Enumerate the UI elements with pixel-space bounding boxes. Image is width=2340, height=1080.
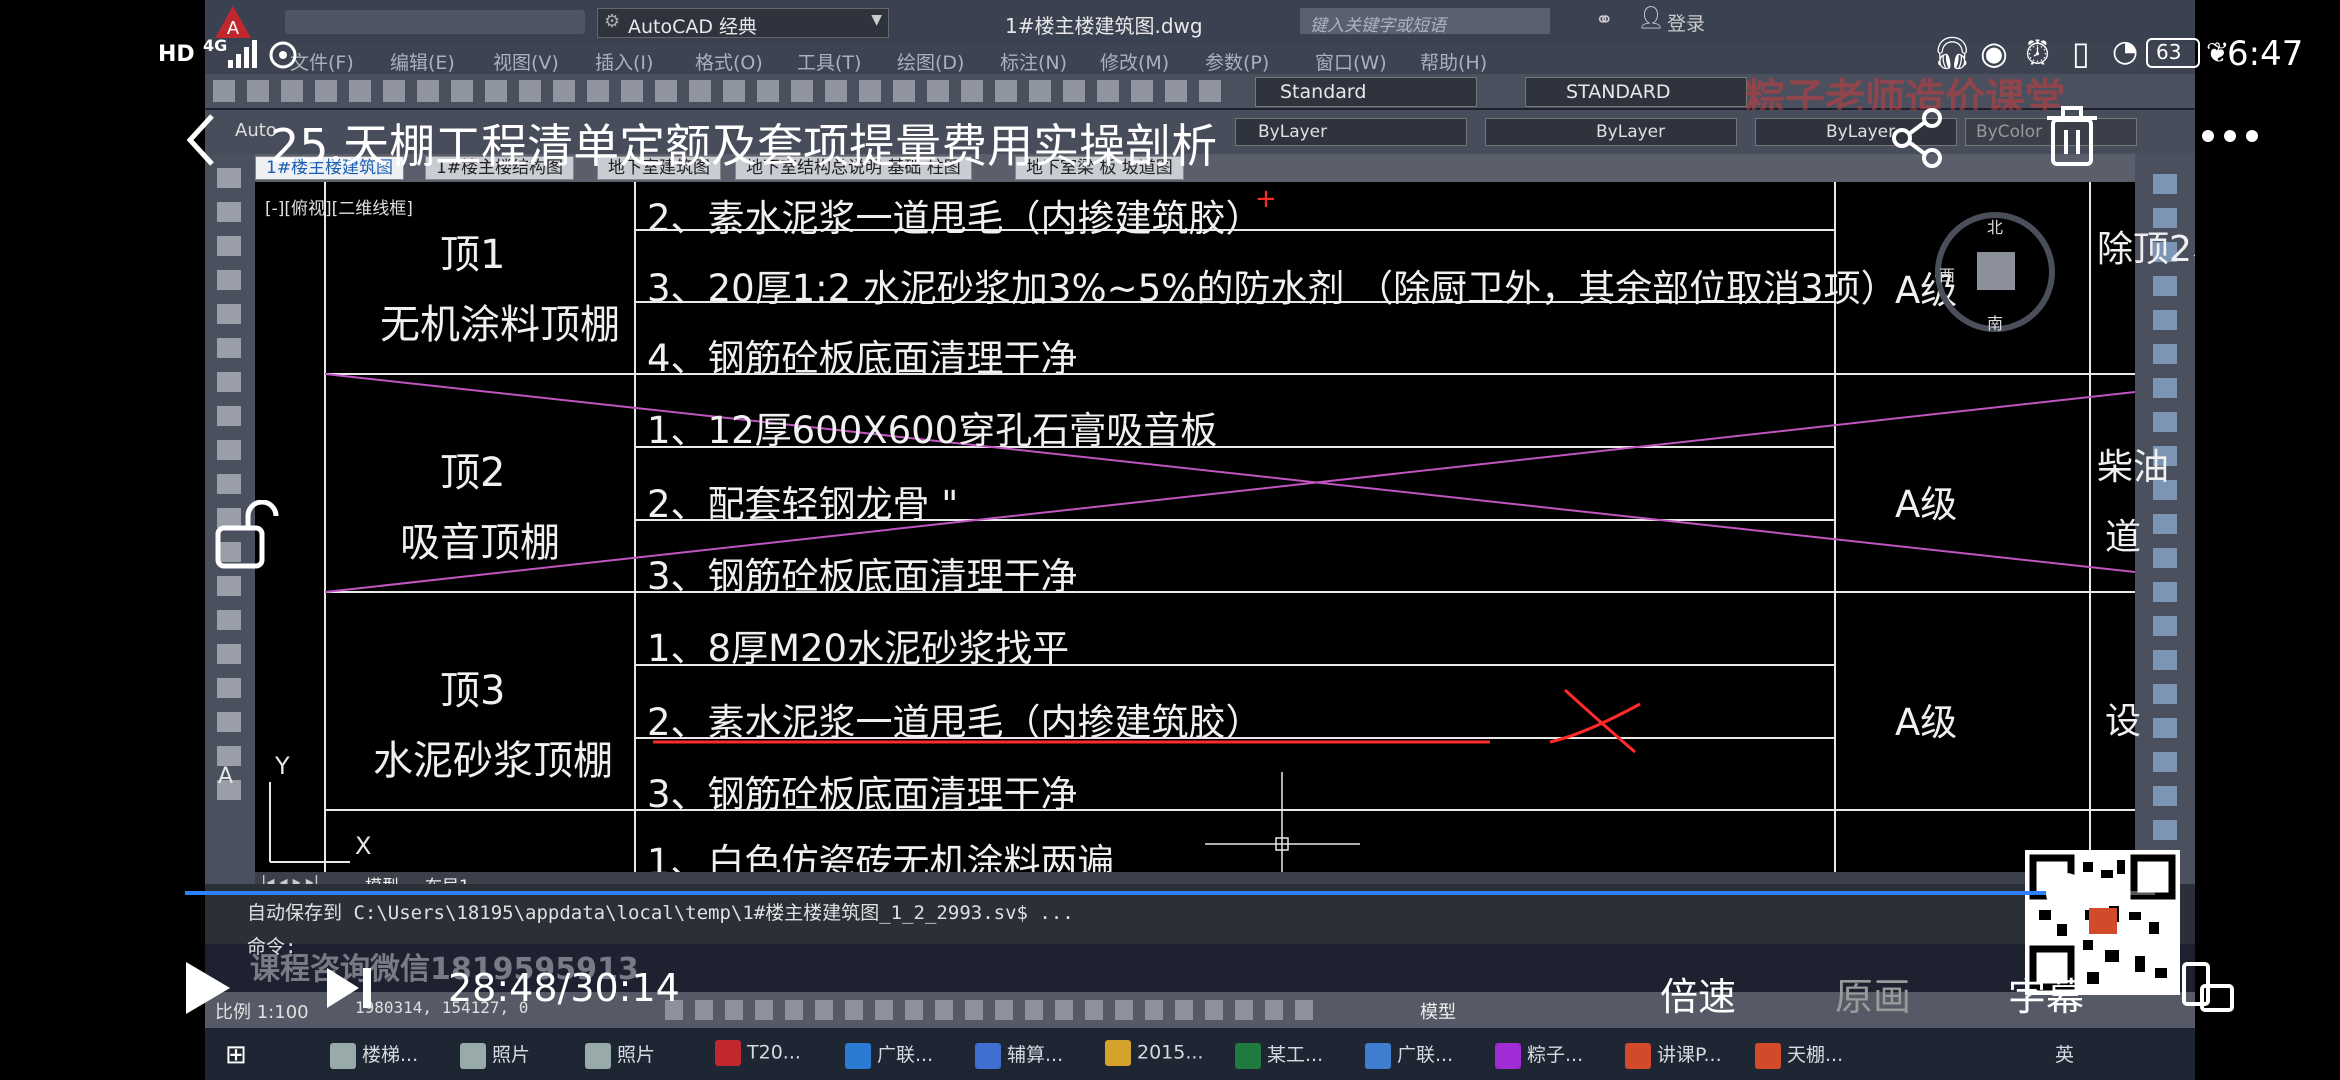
- plus-icon: +: [1255, 184, 1277, 214]
- dim-style-select[interactable]: STANDARD: [1525, 77, 1747, 107]
- windows-taskbar: ⊞ 楼梯... 照片 照片 T20... 广联... 辅算... 2015...…: [205, 1030, 2195, 1080]
- back-icon[interactable]: [182, 112, 222, 168]
- ucs-axes: [269, 782, 350, 863]
- play-icon[interactable]: [182, 960, 232, 1016]
- right-col-note-3: 道: [2105, 517, 2142, 558]
- windows-start-icon[interactable]: ⊞: [225, 1040, 247, 1070]
- status-model-toggle[interactable]: 模型: [1420, 998, 1456, 1024]
- taskbar-item-8[interactable]: 某工...: [1235, 1040, 1323, 1069]
- row-3-step-c: 3、钢筋砼板底面清理干净: [647, 773, 1078, 816]
- row-code-2: 顶2: [440, 450, 506, 496]
- rotate-screen-icon[interactable]: [2180, 960, 2236, 1016]
- ucs-x-label: X: [355, 832, 372, 860]
- share-icon[interactable]: [1890, 108, 1944, 168]
- row-code-3: 顶3: [440, 668, 506, 714]
- subtitle-button[interactable]: 字幕: [2008, 966, 2084, 1021]
- autosave-message: 自动保存到 C:\Users\18195\appdata\local\temp\…: [247, 902, 1074, 924]
- next-icon[interactable]: [325, 966, 375, 1010]
- alarm-icon: ⏰︎: [2025, 34, 2050, 72]
- progress-fill: [185, 891, 2067, 895]
- view-cube[interactable]: 北 南 西: [1935, 212, 2055, 333]
- crosshair-cursor: [1205, 772, 1360, 872]
- color-select[interactable]: ByLayer: [1235, 118, 1467, 146]
- row-1-step-c: 4、钢筋砼板底面清理干净: [647, 337, 1078, 380]
- modify-tool-icons[interactable]: [2153, 174, 2177, 874]
- row-grade-2: A级: [1895, 483, 1958, 526]
- wifi-icon: ◔: [2112, 34, 2139, 69]
- right-col-note-4: 设: [2105, 701, 2142, 742]
- row-3-step-b: 2、素水泥浆一道甩毛（内掺建筑胶）: [647, 701, 1263, 744]
- taskbar-item-4[interactable]: T20...: [715, 1040, 801, 1066]
- clock: 6:47: [2227, 34, 2304, 74]
- taskbar-item-6[interactable]: 辅算...: [975, 1040, 1063, 1069]
- time-display: 28:48/30:14: [448, 966, 680, 1010]
- vibrate-icon: ▯: [2072, 34, 2090, 72]
- taskbar-item-5[interactable]: 广联...: [845, 1040, 933, 1069]
- network-type: 4G: [203, 36, 228, 55]
- row-name-2: 吸音顶棚: [400, 520, 560, 566]
- row-name-1: 无机涂料顶棚: [380, 302, 620, 348]
- compass-west: 西: [1939, 266, 1956, 285]
- video-title: 25.天棚工程清单定额及套项提量费用实操剖析: [270, 119, 1218, 173]
- compass-south: 南: [1987, 314, 2004, 333]
- row-3-step-a: 1、8厚M20水泥砂浆找平: [647, 627, 1070, 670]
- row-2-step-a: 1、12厚600X600穿孔石膏吸音板: [647, 409, 1218, 452]
- delete-icon[interactable]: [2045, 106, 2099, 168]
- linetype-select[interactable]: ByLayer: [1485, 118, 1737, 146]
- text-style-select[interactable]: Standard: [1255, 77, 1477, 107]
- taskbar-item-12[interactable]: 天棚...: [1755, 1040, 1843, 1069]
- lineweight-select-label: ByLayer: [1826, 122, 1896, 142]
- hotspot-icon: [269, 41, 297, 69]
- row-2-step-b: 2、配套轻钢龙骨 ": [647, 483, 959, 526]
- quality-button[interactable]: 原画: [1835, 966, 1911, 1021]
- taskbar-item-1[interactable]: 楼梯...: [330, 1040, 418, 1069]
- row-code-1: 顶1: [440, 232, 506, 278]
- row-1-step-a: 2、素水泥浆一道甩毛（内掺建筑胶）: [647, 197, 1263, 240]
- lock-icon[interactable]: [214, 500, 284, 570]
- cad-toolbar-icons[interactable]: [213, 80, 1233, 102]
- phone-status-bar: HD 4G 🎧︎ ◉ ⏰︎ ▯ ◔ 63 ❦ 6:47: [0, 0, 2340, 74]
- compass-north: 北: [1987, 218, 2004, 237]
- row-2-step-c: 3、钢筋砼板底面清理干净: [647, 555, 1078, 598]
- input-method-indicator[interactable]: 英: [2055, 1040, 2074, 1067]
- row-1-step-b: 3、20厚1:2 水泥砂浆加3%~5%的防水剂 （除厨卫外，其余部位取消3项）: [647, 267, 1898, 310]
- text-style-label: Standard: [1280, 81, 1367, 103]
- taskbar-item-2[interactable]: 照片: [460, 1040, 530, 1069]
- right-col-note-2: 柴油: [2097, 447, 2170, 488]
- taskbar-item-11[interactable]: 讲课P...: [1625, 1040, 1722, 1069]
- battery-indicator: 63: [2146, 38, 2200, 68]
- eye-icon: ◉: [1980, 34, 2008, 72]
- more-icon[interactable]: [2200, 128, 2260, 144]
- row-grade-3: A级: [1895, 701, 1958, 744]
- view-cube-face[interactable]: [1977, 252, 2015, 290]
- draw-tool-icons[interactable]: [217, 168, 241, 808]
- hd-badge: HD: [158, 42, 195, 67]
- color-select-label: ByLayer: [1258, 122, 1328, 142]
- taskbar-item-10[interactable]: 粽子...: [1495, 1040, 1583, 1069]
- taskbar-item-3[interactable]: 照片: [585, 1040, 655, 1069]
- ucs-y-label: Y: [275, 752, 290, 780]
- signal-icon: [228, 40, 257, 68]
- taskbar-item-9[interactable]: 广联...: [1365, 1040, 1453, 1069]
- leaf-icon: ❦: [2206, 36, 2230, 69]
- progress-bar[interactable]: [185, 873, 2155, 913]
- cad-drawing-canvas[interactable]: [-][俯视][二维线框] 顶1 无机涂料顶棚 2、素水泥浆一道甩毛（内掺建筑胶…: [255, 182, 2195, 884]
- linetype-select-label: ByLayer: [1596, 122, 1666, 142]
- plotstyle-select-label: ByColor: [1976, 122, 2043, 142]
- headphones-icon: 🎧︎: [1932, 34, 1973, 72]
- status-toggle-icons[interactable]: [665, 1000, 1325, 1020]
- cad-standard-toolbar: Standard STANDARD 粽子老师造价课堂: [205, 74, 2195, 122]
- row-name-3: 水泥砂浆顶棚: [373, 738, 613, 784]
- speed-button[interactable]: 倍速: [1660, 966, 1736, 1021]
- text-tool-icon[interactable]: A: [218, 764, 233, 789]
- right-col-note-1: 除顶2、: [2097, 229, 2195, 270]
- taskbar-item-7[interactable]: 2015...: [1105, 1040, 1203, 1066]
- battery-level: 63: [2156, 40, 2182, 64]
- dim-style-label: STANDARD: [1566, 81, 1671, 103]
